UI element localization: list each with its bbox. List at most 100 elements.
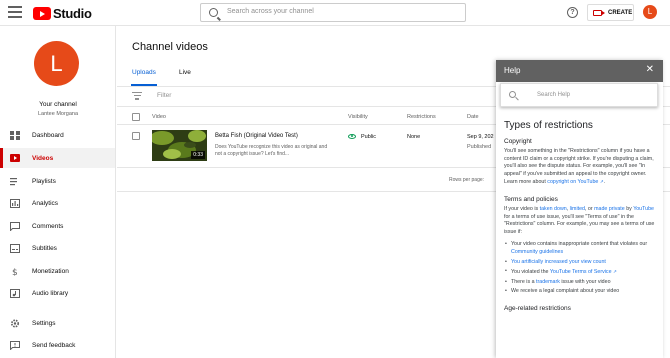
sidebar-item-dashboard[interactable]: Dashboard [0, 125, 115, 145]
monetization-icon: $ [12, 268, 18, 276]
sidebar-item-monetization[interactable]: $ Monetization [0, 261, 115, 281]
section-heading-copyright: Copyright [504, 138, 532, 145]
terms-of-service-link[interactable]: YouTube Terms of Service [550, 269, 612, 275]
audio-library-icon [10, 288, 20, 298]
sidebar-item-label: Send feedback [32, 341, 76, 349]
page-title: Channel videos [132, 41, 208, 53]
sidebar-item-audio-library[interactable]: Audio library [0, 283, 115, 303]
channel-avatar[interactable]: L [34, 41, 79, 86]
video-thumbnail[interactable]: 0:33 [152, 130, 207, 161]
videos-icon [10, 153, 20, 162]
sidebar-item-label: Dashboard [32, 131, 64, 139]
create-label: CREATE [608, 9, 633, 16]
tab-uploads[interactable]: Uploads [132, 69, 156, 76]
list-item: There is a trademark issue with your vid… [504, 279, 656, 287]
logo-text: Studio [53, 6, 92, 21]
sidebar-item-send-feedback[interactable]: Send feedback [0, 335, 115, 355]
limited-link[interactable]: limited [570, 206, 585, 212]
search-icon [509, 91, 516, 98]
channel-name: Lantee Morgana [37, 111, 79, 117]
trademark-link[interactable]: trademark [536, 279, 560, 285]
terms-separator: , or [584, 205, 595, 212]
dashboard-icon [10, 130, 20, 140]
studio-logo[interactable]: Studio [33, 6, 92, 21]
restrictions-value: None [407, 134, 421, 140]
bullet-text: We receive a legal complaint about your … [511, 288, 620, 295]
date-status: Published [467, 144, 492, 150]
sidebar-item-label: Playlists [32, 177, 56, 185]
rows-per-page-label: Rows per page: [449, 177, 485, 183]
help-search-placeholder: Search Help [537, 92, 571, 98]
sidebar-item-comments[interactable]: Comments [0, 216, 115, 236]
date-value: Sep 9, 202 [467, 134, 494, 140]
view-count-link[interactable]: You artificially increased your view cou… [511, 259, 606, 265]
row-checkbox[interactable] [132, 132, 140, 140]
sidebar-item-label: Audio library [32, 289, 69, 297]
camera-icon [593, 9, 605, 16]
youtube-play-icon [33, 7, 51, 20]
sidebar-item-videos[interactable]: Videos [0, 148, 115, 168]
column-header-visibility[interactable]: Visibility [348, 114, 368, 120]
sidebar-item-label: Comments [32, 222, 64, 230]
help-panel: Help ✕ Search Help Types of restrictions… [496, 60, 663, 358]
video-description: Does YouTube recognize this video as ori… [215, 144, 328, 157]
copyright-link[interactable]: copyright on YouTube [547, 179, 598, 185]
search-placeholder: Search across your channel [227, 8, 314, 15]
sidebar: L Your channel Lantee Morgana Dashboard … [0, 26, 116, 358]
youtube-link[interactable]: YouTube [633, 206, 654, 212]
tab-live[interactable]: Live [179, 69, 191, 76]
select-all-checkbox[interactable] [132, 113, 140, 121]
external-link-icon: ↗ [599, 179, 604, 185]
terms-intro-text: for a terms of use issue, you'll see "Te… [504, 213, 655, 235]
filter-icon[interactable] [132, 92, 142, 100]
list-item: You artificially increased your view cou… [504, 259, 656, 267]
terms-intro-text: If your video is [504, 205, 540, 212]
help-search-input[interactable]: Search Help [500, 83, 658, 107]
column-header-restrictions[interactable]: Restrictions [407, 114, 436, 120]
top-bar: Studio Search across your channel ? CREA… [0, 0, 670, 26]
search-icon [209, 8, 218, 17]
bullet-text: Your video contains inappropriate conten… [511, 241, 648, 248]
section-heading-terms: Terms and policies [504, 195, 558, 203]
bullet-text: There is a [511, 278, 537, 285]
account-avatar[interactable]: L [643, 5, 657, 19]
video-title[interactable]: Betta Fish (Original Video Test) [215, 133, 298, 139]
copyright-paragraph: You'll see something in the "Restriction… [504, 148, 654, 186]
svg-text:$: $ [12, 268, 18, 276]
sidebar-item-label: Videos [32, 154, 54, 162]
visibility-value[interactable]: Public [361, 134, 376, 140]
help-panel-title: Help [504, 66, 521, 75]
subtitles-icon [10, 243, 20, 253]
sidebar-item-settings[interactable]: Settings [0, 313, 115, 333]
video-duration: 0:33 [191, 151, 205, 159]
list-item: Your video contains inappropriate conten… [504, 241, 656, 256]
filter-input[interactable]: Filter [157, 92, 171, 99]
feedback-icon [10, 340, 20, 350]
public-eye-icon [348, 134, 356, 139]
create-button[interactable]: CREATE [587, 4, 634, 21]
column-header-video[interactable]: Video [152, 114, 166, 120]
close-icon[interactable]: ✕ [646, 64, 654, 75]
bullet-text: issue with your video [559, 278, 611, 285]
column-header-date[interactable]: Date [467, 114, 479, 120]
settings-icon [10, 318, 20, 328]
help-article: Types of restrictions Copyright You'll s… [504, 120, 656, 315]
list-item: We receive a legal complaint about your … [504, 288, 656, 296]
comments-icon [10, 221, 20, 231]
sidebar-item-label: Monetization [32, 267, 69, 275]
help-icon[interactable]: ? [567, 7, 578, 18]
community-guidelines-link[interactable]: Community guidelines [511, 249, 563, 255]
your-channel-label: Your channel [39, 101, 77, 108]
channel-search-input[interactable]: Search across your channel [200, 3, 466, 22]
bullet-text: You violated the [511, 269, 550, 276]
external-link-icon: ↗ [613, 269, 617, 275]
taken-down-link[interactable]: taken down [540, 206, 567, 212]
made-private-link[interactable]: made private [594, 206, 625, 212]
analytics-icon [10, 198, 20, 208]
sidebar-item-subtitles[interactable]: Subtitles [0, 238, 115, 258]
terms-paragraph: If your video is taken down, limited, or… [504, 206, 656, 236]
sidebar-item-analytics[interactable]: Analytics [0, 193, 115, 213]
terms-separator: by [624, 205, 634, 212]
hamburger-menu-icon[interactable] [8, 6, 22, 18]
sidebar-item-playlists[interactable]: Playlists [0, 171, 115, 191]
